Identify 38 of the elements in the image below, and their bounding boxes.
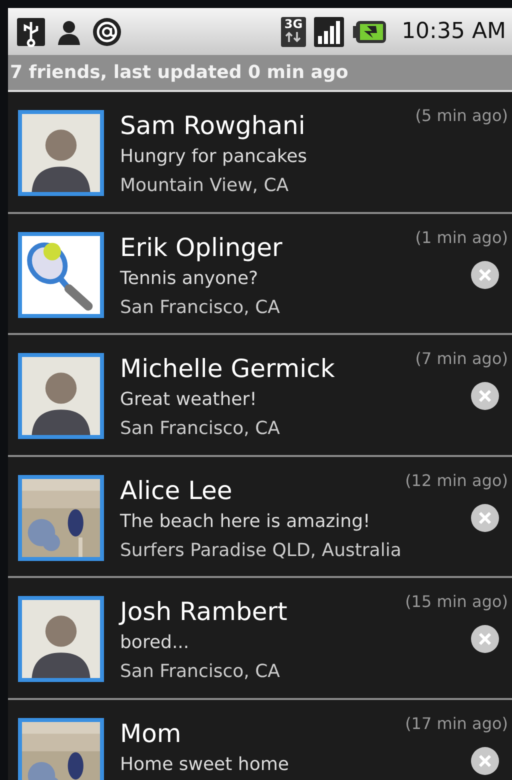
status-message: bored... <box>120 631 190 655</box>
location-text: San Francisco, CA <box>120 296 280 320</box>
update-time: (7 min ago) <box>415 348 508 370</box>
status-message: Tennis anyone? <box>120 266 258 290</box>
friend-name: Michelle Germick <box>120 353 335 385</box>
remove-button[interactable] <box>470 381 500 411</box>
tennis-racket-icon <box>22 236 100 314</box>
list-header: 7 friends, last updated 0 min ago <box>8 55 512 92</box>
update-time: (12 min ago) <box>405 470 508 492</box>
location-text: San Francisco, CA <box>120 660 280 684</box>
remove-button[interactable] <box>470 624 500 654</box>
clock-time: 10:35 AM <box>402 18 506 46</box>
update-time: (5 min ago) <box>415 105 508 127</box>
at-sign-icon <box>92 16 122 46</box>
update-time: (17 min ago) <box>405 712 508 734</box>
friend-name: Erik Oplinger <box>120 232 282 264</box>
friend-name: Sam Rowghani <box>120 110 306 142</box>
signal-icon <box>314 16 344 46</box>
location-text: San Francisco, CA <box>120 417 280 441</box>
avatar-silhouette-icon <box>22 357 100 435</box>
usb-icon <box>16 16 46 46</box>
remove-button[interactable] <box>470 260 500 290</box>
friend-name: Mom <box>120 718 182 750</box>
status-message: Home sweet home <box>120 752 289 776</box>
location-text: Mountain View, CA <box>120 174 289 198</box>
friend-name: Alice Lee <box>120 474 232 506</box>
update-time: (15 min ago) <box>405 591 508 613</box>
network-type-icon: 3G <box>281 16 306 46</box>
status-message: Great weather! <box>120 388 257 412</box>
location-text: Surfers Paradise QLD, Australia <box>120 538 402 562</box>
update-time: (1 min ago) <box>415 226 508 248</box>
avatar-silhouette-icon <box>22 114 100 192</box>
avatar-silhouette-icon <box>22 600 100 678</box>
friend-name: Josh Rambert <box>120 596 288 628</box>
status-message: The beach here is amazing! <box>120 510 370 534</box>
remove-button[interactable] <box>470 502 500 532</box>
status-message: Hungry for pancakes <box>120 145 308 169</box>
remove-button[interactable] <box>470 746 500 776</box>
